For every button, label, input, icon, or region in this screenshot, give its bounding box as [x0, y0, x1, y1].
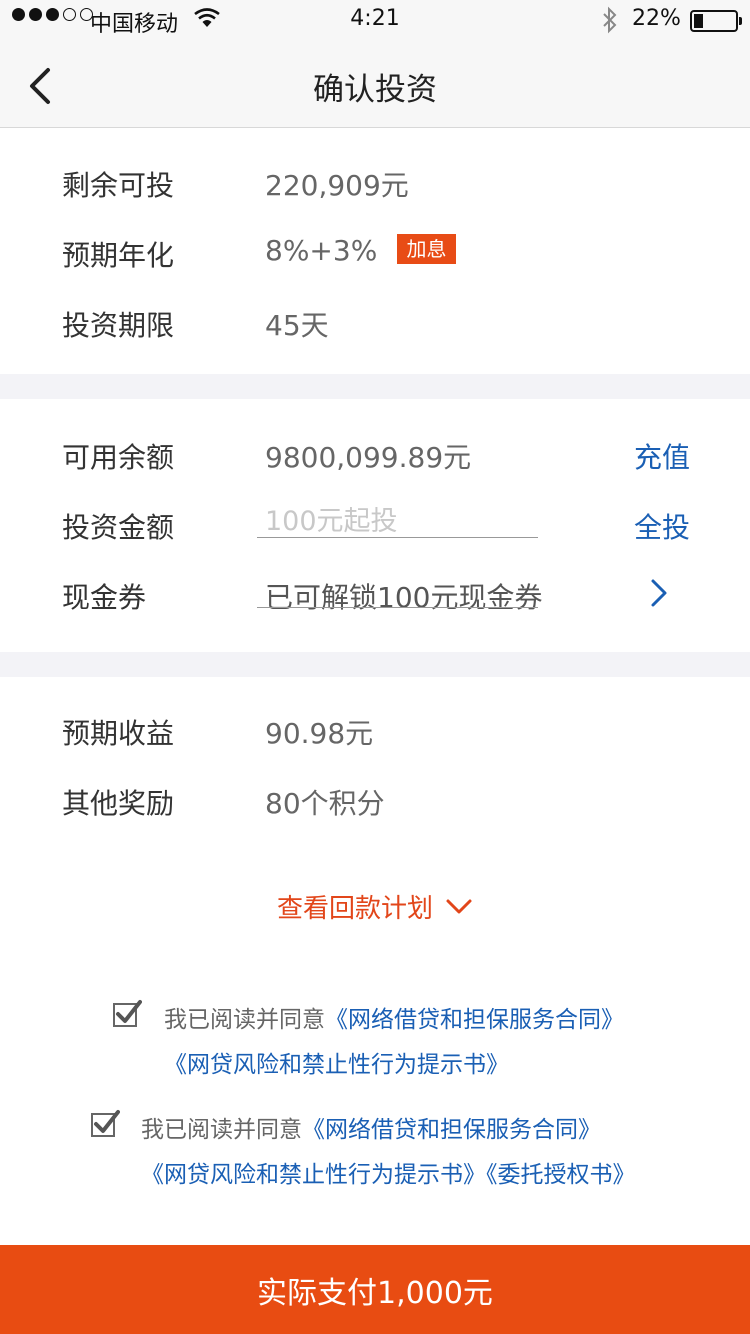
- coupon-underline: [257, 564, 538, 608]
- authorization-link[interactable]: 《委托授权书》: [486, 1162, 636, 1188]
- section-divider: [0, 652, 750, 677]
- battery-percent: 22%: [632, 6, 681, 31]
- pay-button[interactable]: 实际支付1,000元: [0, 1245, 750, 1334]
- remaining-label: 剩余可投: [62, 169, 175, 202]
- loan-contract-link[interactable]: 《网络借贷和担保服务合同》: [325, 1007, 624, 1033]
- recharge-link[interactable]: 充值: [634, 436, 690, 476]
- term-row: 投资期限 45天: [0, 292, 750, 352]
- agreement-line-1b: 《网贷风险和禁止性行为提示书》: [164, 1045, 509, 1079]
- repayment-plan-toggle[interactable]: 查看回款计划: [0, 888, 750, 925]
- bluetooth-icon: [603, 6, 617, 34]
- chevron-right-icon[interactable]: [650, 578, 668, 608]
- balance-label: 可用余额: [62, 441, 175, 474]
- repayment-plan-label: 查看回款计划: [276, 894, 433, 924]
- agreement-line-2: 我已阅读并同意《网络借贷和担保服务合同》: [141, 1110, 601, 1144]
- checkbox-checked-icon[interactable]: [112, 998, 142, 1028]
- coupon-label: 现金券: [62, 581, 147, 614]
- reward-label: 其他奖励: [62, 787, 175, 820]
- risk-notice-link[interactable]: 《网贷风险和禁止性行为提示书》: [164, 1052, 509, 1078]
- status-bar: 中国移动 4:21 22%: [0, 0, 750, 40]
- reward-row: 其他奖励 80个积分: [0, 770, 750, 830]
- bonus-rate-badge: 加息: [397, 234, 456, 264]
- rate-label: 预期年化: [62, 239, 175, 272]
- loan-contract-link[interactable]: 《网络借贷和担保服务合同》: [302, 1117, 601, 1143]
- remaining-value: 220,909元: [265, 169, 409, 202]
- rate-value: 8%+3%: [265, 234, 378, 267]
- invest-all-link[interactable]: 全投: [634, 506, 690, 546]
- reward-value: 80个积分: [265, 787, 385, 820]
- agreement-prefix: 我已阅读并同意: [141, 1117, 302, 1143]
- risk-notice-link[interactable]: 《网贷风险和禁止性行为提示书》: [141, 1162, 486, 1188]
- nav-bar: 确认投资: [0, 40, 750, 128]
- term-value: 45天: [265, 309, 329, 342]
- agreement-prefix: 我已阅读并同意: [164, 1007, 325, 1033]
- balance-value: 9800,099.89元: [265, 441, 472, 474]
- chevron-down-icon: [446, 899, 472, 913]
- remaining-row: 剩余可投 220,909元: [0, 152, 750, 212]
- section-divider: [0, 374, 750, 399]
- term-label: 投资期限: [62, 309, 175, 342]
- expected-return-label: 预期收益: [62, 717, 175, 750]
- checkbox-checked-icon[interactable]: [90, 1108, 120, 1138]
- expected-return-row: 预期收益 90.98元: [0, 700, 750, 760]
- battery-icon: [690, 10, 742, 32]
- amount-input[interactable]: [265, 503, 535, 539]
- expected-return-value: 90.98元: [265, 717, 374, 750]
- rate-row: 预期年化 8%+3%: [0, 222, 750, 282]
- page-title: 确认投资: [313, 72, 437, 108]
- agreement-line-1: 我已阅读并同意《网络借贷和担保服务合同》: [164, 1000, 624, 1034]
- amount-label: 投资金额: [62, 511, 175, 544]
- agreement-line-2b: 《网贷风险和禁止性行为提示书》《委托授权书》: [141, 1155, 636, 1189]
